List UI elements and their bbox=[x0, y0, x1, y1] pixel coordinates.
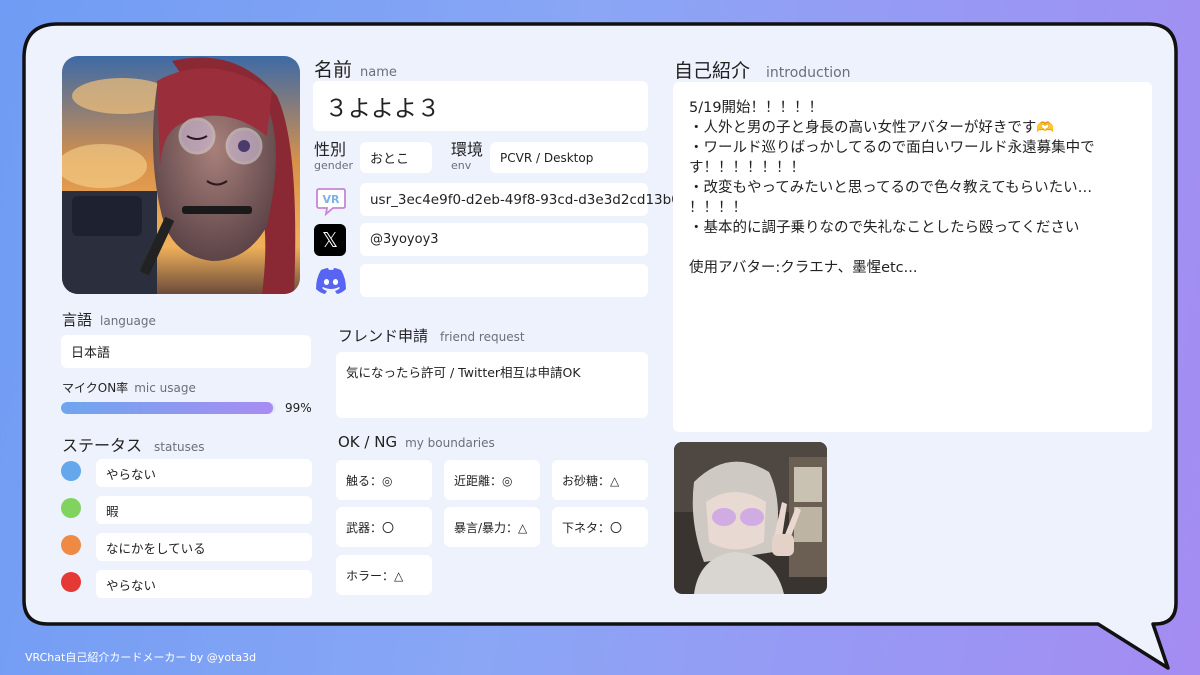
environment-label: 環境 bbox=[451, 140, 484, 159]
introduction-line bbox=[689, 238, 1136, 258]
avatar-photo-secondary bbox=[674, 442, 827, 594]
x-handle-value: @3yoyoy3 bbox=[360, 223, 648, 256]
boundary-item: 武器：〇 bbox=[336, 507, 432, 547]
status-item: やらない bbox=[96, 459, 312, 487]
status-dot-green bbox=[61, 498, 81, 518]
svg-text:VR: VR bbox=[323, 193, 341, 206]
status-item: 暇 bbox=[96, 496, 312, 524]
environment-value: PCVR / Desktop bbox=[490, 142, 648, 173]
environment-sublabel: env bbox=[451, 159, 472, 172]
vrchat-id-value: usr_3ec4e9f0-d2eb-49f8-93cd-d3e3d2cd13b0 bbox=[360, 183, 680, 216]
introduction-box: 5/19開始！！！！！ ・人外と男の子と身長の高い女性アバターが好きです🫶 ・ワール… bbox=[673, 82, 1152, 432]
introduction-line: ！！！！ bbox=[689, 200, 747, 216]
introduction-text: 5/19開始！！！！！ ・人外と男の子と身長の高い女性アバターが好きです🫶 ・ワール… bbox=[689, 98, 1136, 278]
status-item: やらない bbox=[96, 570, 312, 598]
vrchat-icon: VR bbox=[314, 183, 348, 217]
boundary-item: 下ネタ：〇 bbox=[552, 507, 648, 547]
introduction-line: 5/19開始！！！！！ bbox=[689, 100, 824, 116]
introduction-line: 使用アバター:クラエナ、墨惺etc... bbox=[689, 260, 918, 276]
language-sublabel: language bbox=[100, 314, 156, 328]
mic-usage-fill bbox=[61, 402, 273, 414]
introduction-line: ・改変もやってみたいと思ってるので色々教えてもらいたい… bbox=[689, 180, 1093, 196]
introduction-line: す！！！！！！！ bbox=[689, 160, 805, 176]
status-item: なにかをしている bbox=[96, 533, 312, 561]
introduction-line: ・ワールド巡りばっかしてるので面白いワールド永遠募集中で bbox=[689, 140, 1095, 156]
boundary-item: お砂糖：△ bbox=[552, 460, 648, 500]
friend-request-sublabel: friend request bbox=[440, 330, 525, 344]
language-label: 言語 bbox=[62, 311, 93, 329]
gender-sublabel: gender bbox=[314, 159, 353, 172]
mic-label: マイクON率 bbox=[62, 381, 129, 395]
introduction-label: 自己紹介 bbox=[674, 60, 751, 82]
name-value: ３よよよ３ bbox=[313, 81, 648, 131]
introduction-line: ・基本的に調子乗りなので失礼なことしたら殴ってください bbox=[689, 220, 1080, 236]
introduction-line: ・人外と男の子と身長の高い女性アバターが好きです🫶 bbox=[689, 120, 1055, 136]
name-label: 名前 bbox=[314, 59, 353, 81]
boundary-item: 近距離：◎ bbox=[444, 460, 540, 500]
boundaries-sublabel: my boundaries bbox=[405, 436, 495, 450]
footer-credit: VRChat自己紹介カードメーカー by @yota3d bbox=[25, 651, 257, 664]
avatar-photo bbox=[62, 56, 300, 294]
status-dot-orange bbox=[61, 535, 81, 555]
status-dot-blue bbox=[61, 461, 81, 481]
gender-value: おとこ bbox=[360, 142, 432, 173]
status-dot-red bbox=[61, 572, 81, 592]
gender-label: 性別 bbox=[314, 140, 347, 159]
discord-icon bbox=[314, 264, 348, 298]
statuses-sublabel: statuses bbox=[154, 440, 205, 454]
boundary-item: 暴言/暴力：△ bbox=[444, 507, 540, 547]
mic-sublabel: mic usage bbox=[134, 381, 196, 395]
x-logo-icon: 𝕏 bbox=[314, 224, 346, 256]
boundary-item: 触る：◎ bbox=[336, 460, 432, 500]
boundary-item: ホラー：△ bbox=[336, 555, 432, 595]
mic-usage-bar bbox=[61, 402, 275, 414]
language-value: 日本語 bbox=[61, 335, 311, 368]
discord-value bbox=[360, 264, 648, 297]
statuses-label: ステータス bbox=[62, 436, 143, 455]
introduction-sublabel: introduction bbox=[766, 65, 851, 81]
name-sublabel: name bbox=[360, 65, 397, 80]
friend-request-label: フレンド申請 bbox=[338, 327, 429, 345]
mic-usage-percent: 99% bbox=[285, 401, 312, 415]
boundaries-label: OK / NG bbox=[338, 433, 398, 451]
friend-request-value: 気になったら許可 / Twitter相互は申請OK bbox=[336, 352, 648, 418]
